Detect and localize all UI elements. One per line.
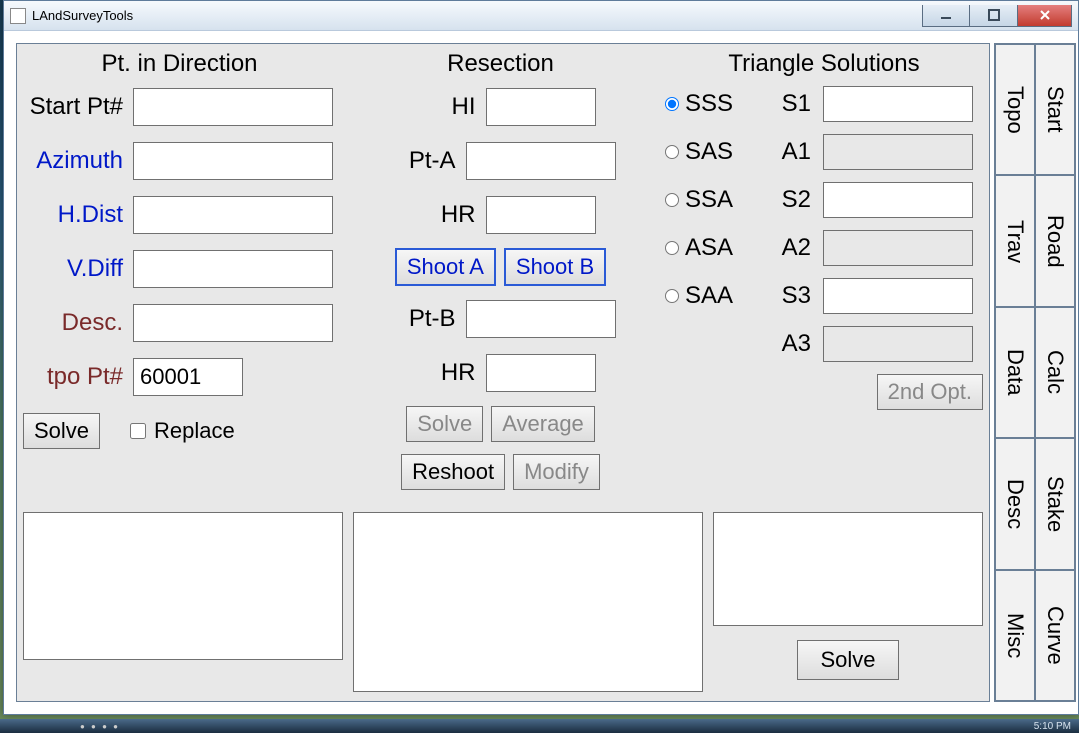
app-window: LAndSurveyTools Pt. in Direction Start P…	[3, 0, 1079, 715]
app-icon	[10, 8, 26, 24]
asa-radio-label[interactable]: ASA	[665, 234, 765, 262]
pt-in-direction-column: Pt. in Direction Start Pt# Azimuth H.Dis…	[23, 50, 336, 502]
taskbar[interactable]: ● ● ● ● 5:10 PM	[0, 719, 1079, 733]
a1-label: A1	[769, 138, 819, 166]
col2-title: Resection	[344, 50, 657, 78]
tab-stake[interactable]: Stake	[1035, 438, 1075, 569]
hdist-input[interactable]	[133, 196, 333, 234]
sas-radio-label[interactable]: SAS	[665, 138, 765, 166]
s1-input[interactable]	[823, 86, 973, 122]
asa-radio[interactable]	[665, 241, 679, 255]
window-title: LAndSurveyTools	[32, 8, 133, 23]
vdiff-input[interactable]	[133, 250, 333, 288]
desc-label: Desc.	[23, 309, 133, 337]
saa-radio[interactable]	[665, 289, 679, 303]
a3-label: A3	[769, 330, 819, 358]
tab-curve[interactable]: Curve	[1035, 570, 1075, 701]
hr1-input[interactable]	[486, 196, 596, 234]
tab-topo[interactable]: Topo	[995, 44, 1035, 175]
a1-input	[823, 134, 973, 170]
col2-solve-button[interactable]: Solve	[406, 406, 483, 442]
a3-input	[823, 326, 973, 362]
startpt-label: Start Pt#	[23, 93, 133, 121]
hr2-input[interactable]	[486, 354, 596, 392]
shoot-b-button[interactable]: Shoot B	[504, 248, 606, 286]
client-area: Pt. in Direction Start Pt# Azimuth H.Dis…	[4, 31, 1078, 714]
replace-checkbox-label[interactable]: Replace	[130, 418, 235, 444]
azimuth-input[interactable]	[133, 142, 333, 180]
minimize-button[interactable]	[922, 5, 970, 27]
replace-checkbox[interactable]	[130, 423, 146, 439]
maximize-button[interactable]	[970, 5, 1018, 27]
azimuth-label: Azimuth	[23, 147, 133, 175]
a2-input	[823, 230, 973, 266]
hdist-label: H.Dist	[23, 201, 133, 229]
hi-label: HI	[406, 93, 486, 121]
col1-title: Pt. in Direction	[23, 50, 336, 78]
ssa-radio-label[interactable]: SSA	[665, 186, 765, 214]
col3-solve-button[interactable]: Solve	[797, 640, 898, 680]
col1-solve-button[interactable]: Solve	[23, 413, 100, 449]
replace-text: Replace	[154, 418, 235, 444]
sss-radio-label[interactable]: SSS	[665, 90, 765, 118]
taskbar-clock: 5:10 PM	[1034, 721, 1071, 732]
ptb-input[interactable]	[466, 300, 616, 338]
window-controls	[922, 5, 1072, 27]
close-button[interactable]	[1018, 5, 1072, 27]
s3-label: S3	[769, 282, 819, 310]
ssa-radio[interactable]	[665, 193, 679, 207]
tab-calc[interactable]: Calc	[1035, 307, 1075, 438]
hi-input[interactable]	[486, 88, 596, 126]
tab-data[interactable]: Data	[995, 307, 1035, 438]
tpopt-label: tpo Pt#	[23, 363, 133, 391]
s2-input[interactable]	[823, 182, 973, 218]
tab-misc[interactable]: Misc	[995, 570, 1035, 701]
pta-input[interactable]	[466, 142, 616, 180]
second-opt-button[interactable]: 2nd Opt.	[877, 374, 983, 410]
output-box-1	[23, 512, 343, 660]
s3-input[interactable]	[823, 278, 973, 314]
desc-input[interactable]	[133, 304, 333, 342]
taskbar-dots-icon: ● ● ● ●	[80, 722, 120, 731]
sas-radio[interactable]	[665, 145, 679, 159]
ptb-label: Pt-B	[386, 305, 466, 333]
side-tabs: Topo Start Trav Road Data Calc Desc Stak…	[994, 43, 1076, 702]
a2-label: A2	[769, 234, 819, 262]
titlebar: LAndSurveyTools	[4, 1, 1078, 31]
saa-radio-label[interactable]: SAA	[665, 282, 765, 310]
shoot-a-button[interactable]: Shoot A	[395, 248, 496, 286]
tab-road[interactable]: Road	[1035, 175, 1075, 306]
reshoot-button[interactable]: Reshoot	[401, 454, 505, 490]
hr1-label: HR	[406, 201, 486, 229]
modify-button[interactable]: Modify	[513, 454, 600, 490]
average-button[interactable]: Average	[491, 406, 595, 442]
output-box-2	[353, 512, 703, 692]
tpopt-input[interactable]	[133, 358, 243, 396]
startpt-input[interactable]	[133, 88, 333, 126]
tab-start[interactable]: Start	[1035, 44, 1075, 175]
hr2-label: HR	[406, 359, 486, 387]
tab-trav[interactable]: Trav	[995, 175, 1035, 306]
resection-column: Resection HI Pt-A HR Shoot A	[344, 50, 657, 502]
output-box-3	[713, 512, 983, 626]
tab-desc[interactable]: Desc	[995, 438, 1035, 569]
main-panel: Pt. in Direction Start Pt# Azimuth H.Dis…	[16, 43, 990, 702]
col3-title: Triangle Solutions	[665, 50, 983, 78]
sss-radio[interactable]	[665, 97, 679, 111]
vdiff-label: V.Diff	[23, 255, 133, 283]
triangle-column: Triangle Solutions SSS S1 SAS A1 SSA S2 …	[665, 50, 983, 502]
s1-label: S1	[769, 90, 819, 118]
pta-label: Pt-A	[386, 147, 466, 175]
s2-label: S2	[769, 186, 819, 214]
